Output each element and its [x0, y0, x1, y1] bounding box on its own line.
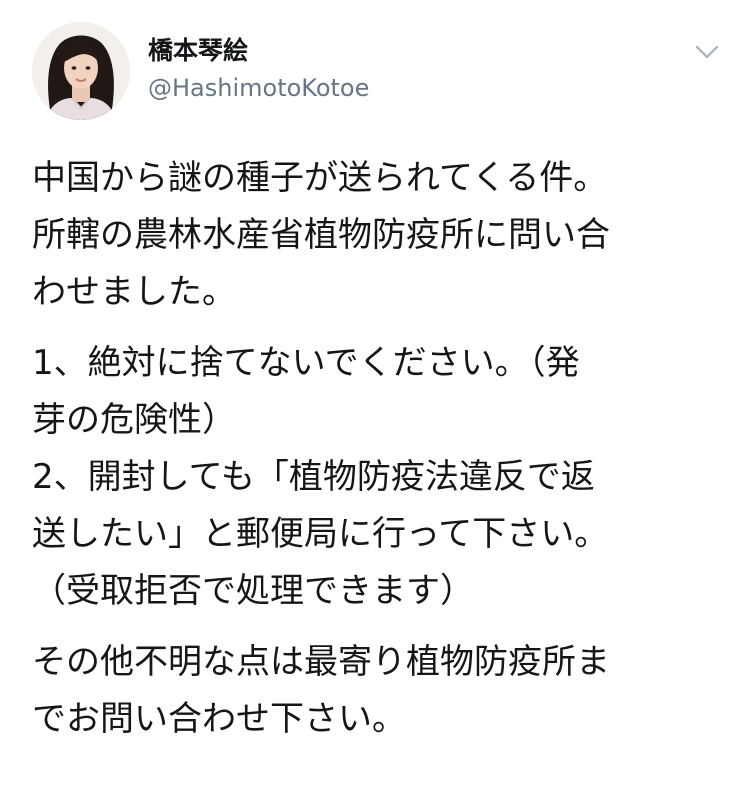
tweet-paragraph: その他不明な点は最寄り植物防疫所ま でお問い合わせ下さい。 — [32, 634, 722, 748]
tweet-card: 橋本琴絵 @HashimotoKotoe 中国から謎の種子が送られてくる件。 所… — [0, 0, 750, 792]
display-name[interactable]: 橋本琴絵 — [148, 34, 369, 68]
text-line: 1、絶対に捨てないでください。（発 — [32, 343, 580, 383]
tweet-text: 中国から謎の種子が送られてくる件。 所轄の農林水産省植物防疫所に問い合 わせまし… — [32, 150, 722, 748]
text-line: （受取拒否で処理できます） — [32, 571, 474, 611]
text-line: わせました。 — [32, 272, 236, 312]
text-line: 芽の危険性） — [32, 400, 236, 440]
text-line: 所轄の農林水産省植物防疫所に問い合 — [32, 215, 610, 255]
chevron-down-icon — [695, 45, 719, 59]
avatar-image — [32, 22, 130, 120]
user-info: 橋本琴絵 @HashimotoKotoe — [148, 34, 369, 104]
text-line: 送したい」と郵便局に行って下さい。 — [32, 514, 609, 554]
tweet-paragraph: 1、絶対に捨てないでください。（発 芽の危険性） 2、開封しても「植物防疫法違反… — [32, 335, 722, 620]
text-line: その他不明な点は最寄り植物防疫所ま — [32, 642, 610, 682]
tweet-paragraph: 中国から謎の種子が送られてくる件。 所轄の農林水産省植物防疫所に問い合 わせまし… — [32, 150, 722, 321]
text-line: 中国から謎の種子が送られてくる件。 — [32, 158, 608, 198]
tweet-menu-button[interactable] — [690, 38, 724, 66]
user-handle[interactable]: @HashimotoKotoe — [148, 72, 369, 104]
text-line: 2、開封しても「植物防疫法違反で返 — [32, 457, 595, 497]
text-line: でお問い合わせ下さい。 — [32, 699, 406, 739]
avatar[interactable] — [32, 22, 130, 120]
